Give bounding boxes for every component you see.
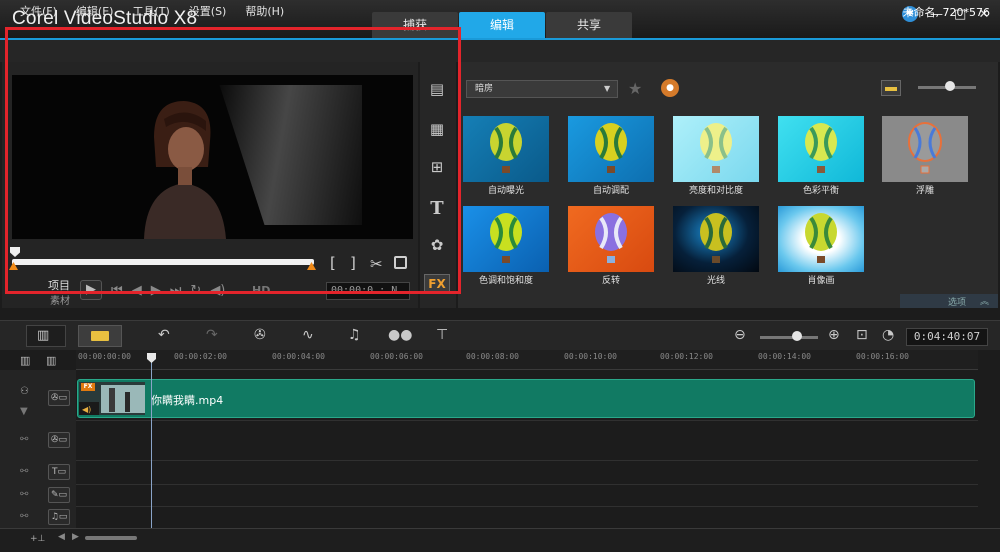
sound-mixer-icon[interactable]: ∿	[302, 327, 314, 343]
menu-edit[interactable]: 编辑(E)	[76, 3, 114, 19]
voice-track-icon[interactable]: ✎▭	[48, 487, 70, 503]
menu-tools[interactable]: 工具(T)	[132, 3, 169, 19]
menu-file[interactable]: 文件(F)	[20, 3, 57, 19]
link-icon[interactable]: ⚯	[20, 489, 28, 500]
scroll-left-icon[interactable]: ◀	[58, 532, 65, 542]
zoom-in-icon[interactable]: ⊕	[828, 327, 840, 343]
add-track-icon[interactable]: +⊥	[30, 534, 45, 544]
ruler-label: 00:00:14:00	[758, 352, 811, 361]
filter-label: 亮度和对比度	[688, 186, 743, 196]
link-icon[interactable]: ⚯	[20, 466, 28, 477]
zoom-out-icon[interactable]: ⊖	[734, 327, 746, 343]
scroll-right-icon[interactable]: ▶	[72, 532, 79, 542]
timeline-view-icon	[91, 331, 109, 341]
menu-settings[interactable]: 设置(S)	[189, 3, 227, 19]
clip-name: 你瞒我瞒.mp4	[151, 394, 224, 407]
ruler-label: 00:00:02:00	[174, 352, 227, 361]
ruler-label: 00:00:04:00	[272, 352, 325, 361]
options-label: 选项	[948, 298, 967, 308]
clip-fx-badge: FX	[81, 383, 95, 391]
timeline-view-button[interactable]	[78, 325, 122, 347]
filter-thumb-brightness-contrast[interactable]	[673, 116, 759, 182]
ruler-label: 00:00:16:00	[856, 352, 909, 361]
timeline-toolbar	[0, 320, 1000, 350]
music-track-icon[interactable]: ♫▭	[48, 509, 70, 525]
highlight-annotation-box	[5, 27, 461, 294]
redo-icon[interactable]: ↷	[206, 327, 218, 343]
auto-music-icon[interactable]: ♫	[348, 327, 361, 343]
storyboard-view-button[interactable]: ▥	[26, 325, 66, 347]
video-track-icon[interactable]: ✇▭	[48, 390, 70, 406]
filter-label: 色调和饱和度	[478, 276, 533, 286]
filter-category-dropdown[interactable]: 暗房	[466, 80, 618, 98]
clock-icon: ◔	[882, 327, 895, 343]
filter-thumb-invert[interactable]	[568, 206, 654, 272]
track-divider	[76, 506, 978, 507]
ruler-label: 00:00:10:00	[564, 352, 617, 361]
title-track-icon[interactable]: T▭	[48, 464, 70, 480]
filter-label: 自动曝光	[487, 186, 524, 196]
filter-label: 浮雕	[915, 186, 934, 196]
filter-thumb-lighting[interactable]	[673, 206, 759, 272]
record-capture-icon[interactable]: ✇	[254, 327, 266, 343]
track-divider	[76, 420, 978, 421]
timeline-zoom-slider[interactable]	[760, 336, 818, 339]
add-favorite-icon[interactable]: ★	[628, 79, 642, 98]
track-manager-icon[interactable]: ▥	[20, 354, 30, 367]
filter-thumb-auto-levels[interactable]	[568, 116, 654, 182]
film-strip-icon: ▥	[37, 328, 50, 343]
filter-label: 色彩平衡	[802, 186, 839, 196]
tab-share[interactable]: 共享	[546, 12, 632, 38]
track-link-icon[interactable]: ⚇	[20, 386, 29, 397]
menu-help[interactable]: 帮助(H)	[245, 3, 284, 19]
chevron-down-icon[interactable]: ▼	[20, 406, 28, 417]
link-icon[interactable]: ⚯	[20, 434, 28, 445]
track-divider	[76, 484, 978, 485]
chapter-point-icon[interactable]: ▥	[46, 354, 56, 367]
track-divider	[76, 460, 978, 461]
timeline-scrollbar[interactable]	[85, 536, 137, 540]
clip-mode-label[interactable]: 素材	[50, 292, 70, 307]
ruler-label: 00:00:08:00	[466, 352, 519, 361]
view-toggle-button[interactable]	[881, 80, 901, 96]
filter-label: 自动调配	[592, 186, 629, 196]
thumbnail-size-knob[interactable]	[945, 81, 955, 91]
ruler-label: 00:00:00:00	[78, 352, 131, 361]
filter-label: 光线	[706, 276, 725, 286]
link-icon[interactable]: ⚯	[20, 511, 28, 522]
ruler-label: 00:00:06:00	[370, 352, 423, 361]
chevron-down-icon: ▼	[604, 84, 611, 93]
undo-icon[interactable]: ↶	[158, 327, 170, 343]
filter-thumb-portrait[interactable]	[778, 206, 864, 272]
status-bar	[0, 528, 1000, 552]
filter-thumb-auto-exposure[interactable]	[463, 116, 549, 182]
filter-thumb-color-balance[interactable]	[778, 116, 864, 182]
timeline-zoom-knob[interactable]	[792, 331, 802, 341]
playhead[interactable]	[151, 360, 152, 528]
filter-thumb-hue-saturation[interactable]	[463, 206, 549, 272]
browse-icon[interactable]: ●	[661, 79, 679, 97]
filter-thumb-emboss[interactable]	[882, 116, 968, 182]
audio-icon: ◀)	[82, 405, 92, 414]
tab-edit[interactable]: 编辑	[459, 12, 545, 38]
chevron-up-icon: ︽	[980, 297, 990, 307]
options-panel-toggle[interactable]: 选项 ︽	[900, 294, 998, 308]
project-duration: 0:04:40:07	[906, 328, 988, 346]
ruler-label: 00:00:12:00	[660, 352, 713, 361]
overlay-track-icon[interactable]: ✇▭	[48, 432, 70, 448]
filter-label: 肖像画	[807, 276, 835, 286]
project-info: 未命名, 720*576	[902, 6, 990, 19]
menu-items: 文件(F) 编辑(E) 工具(T) 设置(S) 帮助(H)	[20, 3, 284, 19]
fit-project-icon[interactable]: ⊡	[856, 327, 868, 343]
subtitle-editor-icon[interactable]: ⊤	[436, 327, 448, 343]
motion-tracking-icon[interactable]: ●●	[388, 327, 412, 343]
filter-label: 反转	[601, 276, 620, 286]
